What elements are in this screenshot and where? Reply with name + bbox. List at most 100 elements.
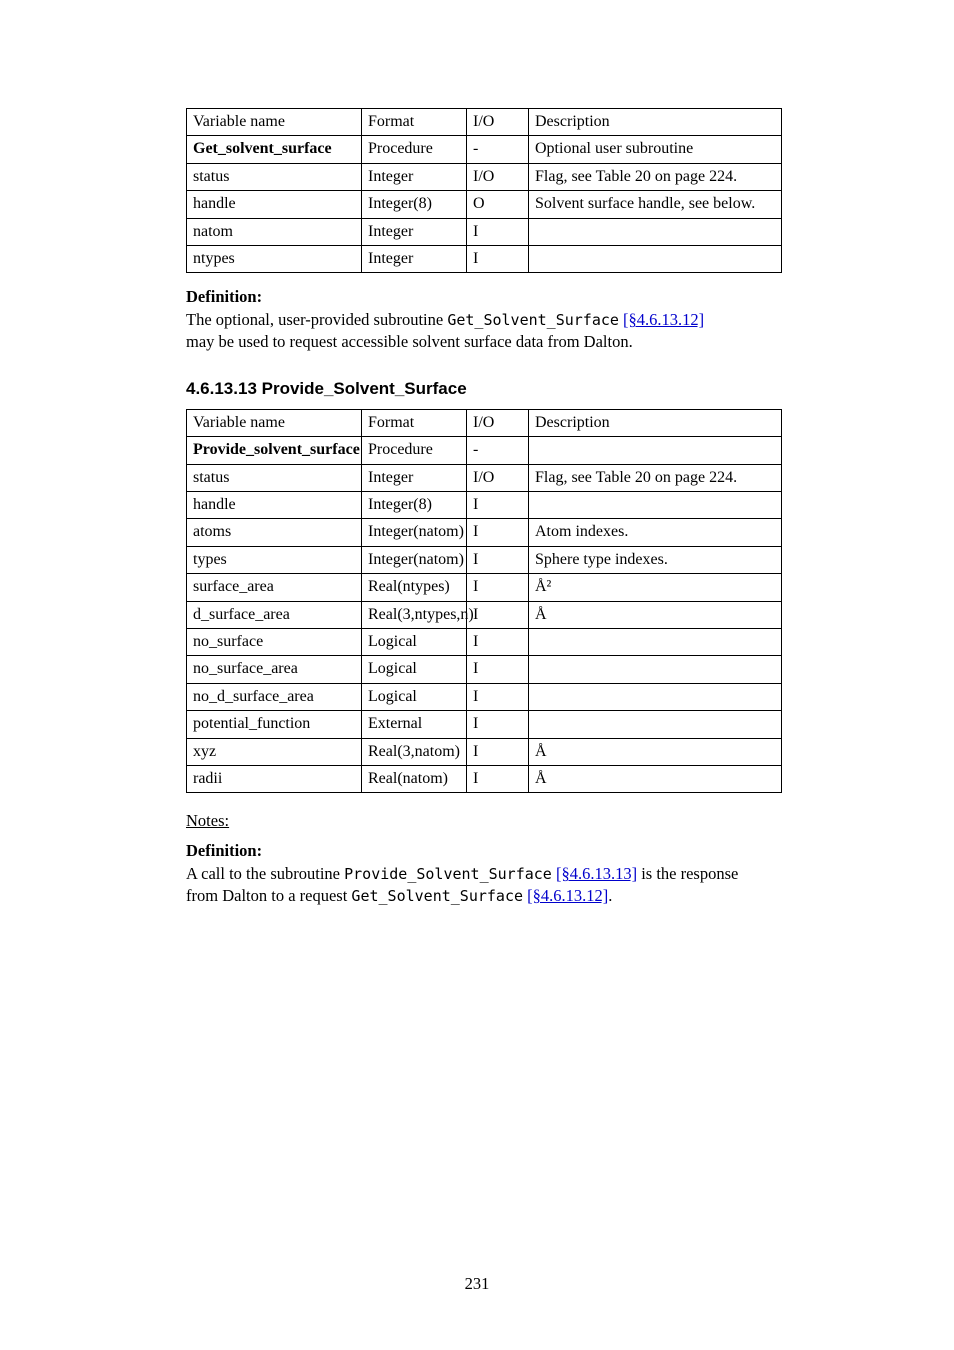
def-line-suffix: . bbox=[608, 886, 612, 905]
cell: Å bbox=[529, 601, 782, 628]
cell: Real(3,natom) bbox=[362, 738, 467, 765]
cell: potential_function bbox=[187, 711, 362, 738]
cell: Integer(natom) bbox=[362, 519, 467, 546]
code: Provide_Solvent_Surface bbox=[344, 865, 552, 883]
table-row: types Integer(natom) I Sphere type index… bbox=[187, 546, 782, 573]
xref-link[interactable]: [§4.6.13.12] bbox=[623, 310, 704, 329]
cell: Integer(8) bbox=[362, 492, 467, 519]
col-header: Format bbox=[362, 409, 467, 436]
cell: no_d_surface_area bbox=[187, 683, 362, 710]
definition-label: Definition: bbox=[186, 841, 839, 861]
cell: I bbox=[467, 629, 529, 656]
cell: External bbox=[362, 711, 467, 738]
cell: Logical bbox=[362, 656, 467, 683]
cell: I bbox=[467, 765, 529, 792]
table-row: no_surface Logical I bbox=[187, 629, 782, 656]
cell: Integer(8) bbox=[362, 191, 467, 218]
cell: I bbox=[467, 738, 529, 765]
cell: I bbox=[467, 546, 529, 573]
code: Get_Solvent_Surface bbox=[447, 311, 619, 329]
cell: I bbox=[467, 656, 529, 683]
cell: I bbox=[467, 492, 529, 519]
table-row: d_surface_area Real(3,ntypes,n) I Å bbox=[187, 601, 782, 628]
table-header-row: Variable name Format I/O Description bbox=[187, 409, 782, 436]
table-row: surface_area Real(ntypes) I Å² bbox=[187, 574, 782, 601]
cell: Logical bbox=[362, 683, 467, 710]
table-row: Provide_solvent_surface Procedure - bbox=[187, 437, 782, 464]
table-row: status Integer I/O Flag, see Table 20 on… bbox=[187, 464, 782, 491]
cell: status bbox=[187, 464, 362, 491]
definition-block-1: Definition: The optional, user-provided … bbox=[186, 287, 839, 353]
cell: Real(3,ntypes,n) bbox=[362, 601, 467, 628]
def-line-prefix: from Dalton to a request bbox=[186, 886, 351, 905]
cell: - bbox=[467, 437, 529, 464]
cell: types bbox=[187, 546, 362, 573]
cell: I/O bbox=[467, 464, 529, 491]
cell: Solvent surface handle, see below. bbox=[529, 191, 782, 218]
table-header-row: Variable name Format I/O Description bbox=[187, 109, 782, 136]
cell bbox=[529, 437, 782, 464]
definition-text: The optional, user-provided subroutine G… bbox=[186, 309, 839, 353]
cell bbox=[529, 656, 782, 683]
table-row: potential_function External I bbox=[187, 711, 782, 738]
col-header: I/O bbox=[467, 409, 529, 436]
cell: natom bbox=[187, 218, 362, 245]
cell: Integer bbox=[362, 464, 467, 491]
cell: Logical bbox=[362, 629, 467, 656]
cell: handle bbox=[187, 492, 362, 519]
col-header: Variable name bbox=[187, 109, 362, 136]
cell: Integer bbox=[362, 163, 467, 190]
cell: I bbox=[467, 245, 529, 272]
col-header: Format bbox=[362, 109, 467, 136]
cell: d_surface_area bbox=[187, 601, 362, 628]
cell: handle bbox=[187, 191, 362, 218]
cell bbox=[529, 492, 782, 519]
cell bbox=[529, 629, 782, 656]
cell: Real(natom) bbox=[362, 765, 467, 792]
cell: Å bbox=[529, 765, 782, 792]
def-line-prefix: A call to the subroutine bbox=[186, 864, 344, 883]
col-header: Description bbox=[529, 409, 782, 436]
cell: atoms bbox=[187, 519, 362, 546]
table-row: status Integer I/O Flag, see Table 20 on… bbox=[187, 163, 782, 190]
page-number: 231 bbox=[0, 1274, 954, 1294]
cell: I bbox=[467, 218, 529, 245]
cell: ntypes bbox=[187, 245, 362, 272]
cell: Procedure bbox=[362, 437, 467, 464]
cell bbox=[529, 218, 782, 245]
cell: xyz bbox=[187, 738, 362, 765]
col-header: Variable name bbox=[187, 409, 362, 436]
cell: Atom indexes. bbox=[529, 519, 782, 546]
table-row: handle Integer(8) O Solvent surface hand… bbox=[187, 191, 782, 218]
definition-text: A call to the subroutine Provide_Solvent… bbox=[186, 863, 839, 907]
cell: Å bbox=[529, 738, 782, 765]
cell: no_surface_area bbox=[187, 656, 362, 683]
xref-link[interactable]: [§4.6.13.13] bbox=[556, 864, 637, 883]
cell: I bbox=[467, 683, 529, 710]
cell: Get_solvent_surface bbox=[193, 140, 332, 157]
cell: Real(ntypes) bbox=[362, 574, 467, 601]
table-provide-solvent-surface: Variable name Format I/O Description Pro… bbox=[186, 409, 782, 793]
table-row: natom Integer I bbox=[187, 218, 782, 245]
cell: I bbox=[467, 601, 529, 628]
cell: Flag, see Table 20 on page 224. bbox=[529, 163, 782, 190]
cell bbox=[529, 711, 782, 738]
code: Get_Solvent_Surface bbox=[351, 887, 523, 905]
cell: Procedure bbox=[362, 136, 467, 163]
table-get-solvent-surface: Variable name Format I/O Description Get… bbox=[186, 108, 782, 273]
cell: I bbox=[467, 519, 529, 546]
cell: Provide_solvent_surface bbox=[193, 441, 360, 458]
cell: Sphere type indexes. bbox=[529, 546, 782, 573]
notes-label: Notes: bbox=[186, 811, 839, 831]
table-row: atoms Integer(natom) I Atom indexes. bbox=[187, 519, 782, 546]
cell: Å² bbox=[529, 574, 782, 601]
table-row: xyz Real(3,natom) I Å bbox=[187, 738, 782, 765]
table-row: ntypes Integer I bbox=[187, 245, 782, 272]
cell bbox=[529, 245, 782, 272]
table-row: no_surface_area Logical I bbox=[187, 656, 782, 683]
xref-link[interactable]: [§4.6.13.12] bbox=[527, 886, 608, 905]
def-line-text: may be used to request accessible solven… bbox=[186, 332, 633, 351]
cell bbox=[529, 683, 782, 710]
section-title: 4.6.13.13 Provide_Solvent_Surface bbox=[186, 379, 839, 399]
table-row: Get_solvent_surface Procedure - Optional… bbox=[187, 136, 782, 163]
